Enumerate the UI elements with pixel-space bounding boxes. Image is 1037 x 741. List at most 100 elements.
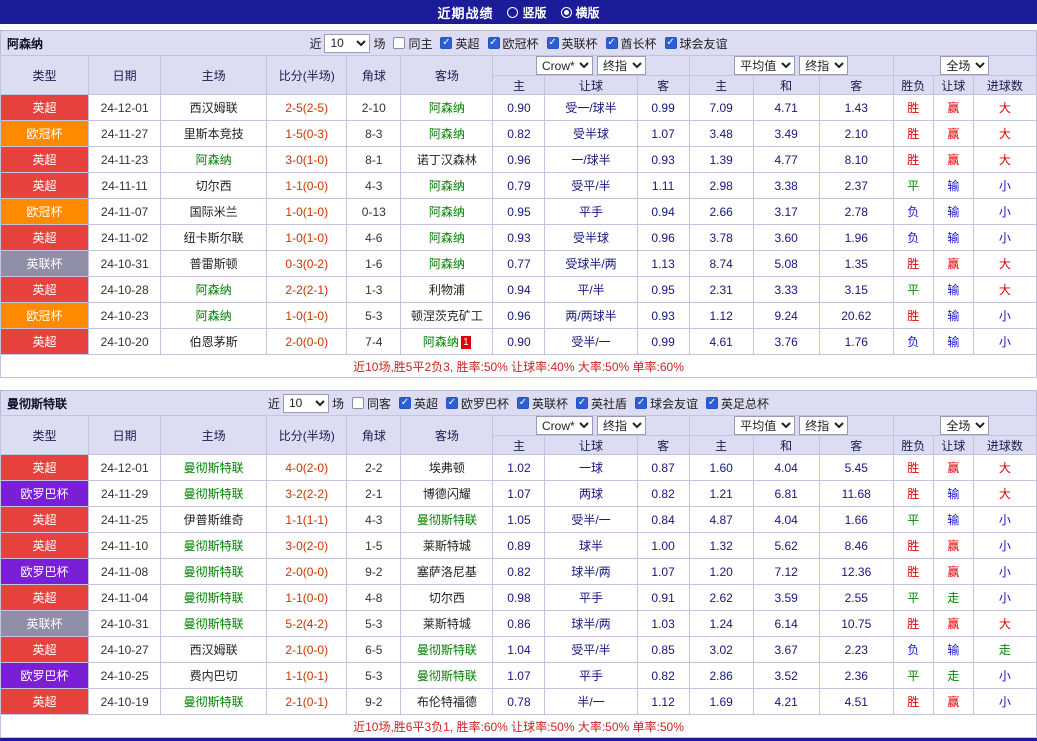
away-team[interactable]: 布伦特福德 (400, 688, 494, 715)
home-team[interactable]: 阿森纳 (160, 146, 268, 173)
away-team[interactable]: 埃弗顿 (400, 454, 494, 481)
home-team[interactable]: 阿森纳 (160, 276, 268, 303)
score[interactable]: 1-1(0-1) (266, 662, 348, 689)
league-badge: 欧冠杯 (0, 198, 90, 225)
score[interactable]: 1-1(0-0) (266, 584, 348, 611)
odds-source-select[interactable]: 终指 (799, 56, 849, 75)
away-team[interactable]: 莱斯特城 (400, 610, 494, 637)
away-team[interactable]: 利物浦 (400, 276, 494, 303)
home-team[interactable]: 国际米兰 (160, 198, 268, 225)
score[interactable]: 3-0(2-0) (266, 532, 348, 559)
score[interactable]: 2-0(0-0) (266, 558, 348, 585)
away-team[interactable]: 阿森纳 (400, 172, 494, 199)
odds-source-select[interactable]: 终指 (597, 416, 647, 435)
result-wdl: 胜 (892, 250, 934, 277)
home-team[interactable]: 切尔西 (160, 172, 268, 199)
home-team[interactable]: 曼彻斯特联 (160, 480, 268, 507)
away-team[interactable]: 塞萨洛尼基 (400, 558, 494, 585)
home-team[interactable]: 伯恩茅斯 (160, 328, 268, 355)
league-filter-checkbox[interactable]: ✓ 英联杯 (546, 35, 598, 52)
odds-source-select[interactable]: Crow* (536, 56, 594, 75)
score[interactable]: 1-5(0-3) (266, 120, 348, 147)
league-filter-checkbox[interactable]: ✓ 欧冠杯 (487, 35, 539, 52)
filters: 近 10 场同主 ✓ 英超 ✓ 欧冠杯 ✓ 英联杯 ✓ 酋长杯 ✓ 球会友谊 (309, 33, 728, 53)
away-team[interactable]: 莱斯特城 (400, 532, 494, 559)
corners: 8-1 (346, 146, 402, 173)
home-team[interactable]: 曼彻斯特联 (160, 532, 268, 559)
league-filter-checkbox[interactable]: ✓ 英联杯 (517, 395, 568, 412)
home-team[interactable]: 里斯本竞技 (160, 120, 268, 147)
asia-away-odds: 0.94 (636, 198, 690, 225)
away-team[interactable]: 阿森纳 (400, 120, 494, 147)
score[interactable]: 5-2(4-2) (266, 610, 348, 637)
away-team[interactable]: 阿森纳 (400, 250, 494, 277)
odds-source-select[interactable]: 平均值 (734, 56, 796, 75)
odds-source-select[interactable]: 全场 (940, 56, 990, 75)
score[interactable]: 2-5(2-5) (266, 94, 348, 121)
result-wdl: 负 (892, 224, 934, 251)
score[interactable]: 1-0(1-0) (266, 224, 348, 251)
score[interactable]: 2-1(0-0) (266, 636, 348, 663)
home-team[interactable]: 西汉姆联 (160, 94, 268, 121)
league-filter-checkbox[interactable]: ✓ 英社盾 (576, 395, 627, 412)
score[interactable]: 2-0(0-0) (266, 328, 348, 355)
result-goals: 大 (972, 480, 1037, 507)
league-filter-checkbox[interactable]: ✓ 英超 (398, 395, 438, 412)
layout-radio[interactable]: 竖版 (507, 4, 547, 21)
home-team[interactable]: 阿森纳 (160, 302, 268, 329)
league-filter-checkbox[interactable]: ✓ 欧罗巴杯 (445, 395, 509, 412)
home-team[interactable]: 普雷斯顿 (160, 250, 268, 277)
away-team[interactable]: 阿森纳 (400, 198, 494, 225)
team-section: 阿森纳近 10 场同主 ✓ 英超 ✓ 欧冠杯 ✓ 英联杯 ✓ 酋长杯 ✓ 球会友谊 类型 日期 主场 比分(半场… (0, 30, 1037, 378)
away-team[interactable]: 曼彻斯特联 (400, 636, 494, 663)
home-team[interactable]: 费内巴切 (160, 662, 268, 689)
score[interactable]: 1-1(1-1) (266, 506, 348, 533)
asia-away-odds: 1.13 (636, 250, 690, 277)
away-team[interactable]: 曼彻斯特联 (400, 662, 494, 689)
home-team[interactable]: 曼彻斯特联 (160, 558, 268, 585)
score[interactable]: 4-0(2-0) (266, 454, 348, 481)
asia-away-odds: 0.95 (636, 276, 690, 303)
league-filter-checkbox[interactable]: ✓ 球会友谊 (635, 395, 698, 412)
score[interactable]: 3-0(1-0) (266, 146, 348, 173)
home-team[interactable]: 伊普斯维奇 (160, 506, 268, 533)
score[interactable]: 2-2(2-1) (266, 276, 348, 303)
away-team[interactable]: 博德闪耀 (400, 480, 494, 507)
away-team[interactable]: 阿森纳 1 (400, 328, 494, 355)
same-venue-checkbox[interactable]: 同客 (351, 395, 391, 412)
column-subheader: 客 (636, 435, 690, 455)
away-team[interactable]: 切尔西 (400, 584, 494, 611)
odds-source-select[interactable]: 终指 (799, 416, 849, 435)
home-team[interactable]: 曼彻斯特联 (160, 610, 268, 637)
score[interactable]: 2-1(0-1) (266, 688, 348, 715)
score[interactable]: 3-2(2-2) (266, 480, 348, 507)
away-team[interactable]: 阿森纳 (400, 94, 494, 121)
league-filter-checkbox[interactable]: ✓ 英足总杯 (706, 395, 769, 412)
column-subheader: 让球 (932, 435, 974, 455)
odds-source-select[interactable]: Crow* (536, 416, 594, 435)
asia-handicap: 受平/半 (544, 636, 638, 663)
score[interactable]: 1-1(0-0) (266, 172, 348, 199)
home-team[interactable]: 曼彻斯特联 (160, 688, 268, 715)
league-filter-checkbox[interactable]: ✓ 酋长杯 (605, 35, 657, 52)
layout-radio[interactable]: 横版 (560, 4, 600, 21)
home-team[interactable]: 西汉姆联 (160, 636, 268, 663)
same-venue-checkbox[interactable]: 同主 (393, 35, 432, 52)
home-team[interactable]: 曼彻斯特联 (160, 454, 268, 481)
score[interactable]: 1-0(1-0) (266, 302, 348, 329)
league-filter-checkbox[interactable]: ✓ 英超 (440, 35, 480, 52)
match-count-select[interactable]: 10 (324, 33, 371, 53)
home-team[interactable]: 曼彻斯特联 (160, 584, 268, 611)
score[interactable]: 1-0(1-0) (266, 198, 348, 225)
match-count-select[interactable]: 10 (282, 393, 329, 413)
odds-source-select[interactable]: 平均值 (734, 416, 796, 435)
away-team[interactable]: 阿森纳 (400, 224, 494, 251)
away-team[interactable]: 顿涅茨克矿工 (400, 302, 494, 329)
odds-source-select[interactable]: 终指 (597, 56, 647, 75)
away-team[interactable]: 诺丁汉森林 (400, 146, 494, 173)
odds-source-select[interactable]: 全场 (940, 416, 990, 435)
home-team[interactable]: 纽卡斯尔联 (160, 224, 268, 251)
league-filter-checkbox[interactable]: ✓ 球会友谊 (664, 35, 728, 52)
away-team[interactable]: 曼彻斯特联 (400, 506, 494, 533)
score[interactable]: 0-3(0-2) (266, 250, 348, 277)
